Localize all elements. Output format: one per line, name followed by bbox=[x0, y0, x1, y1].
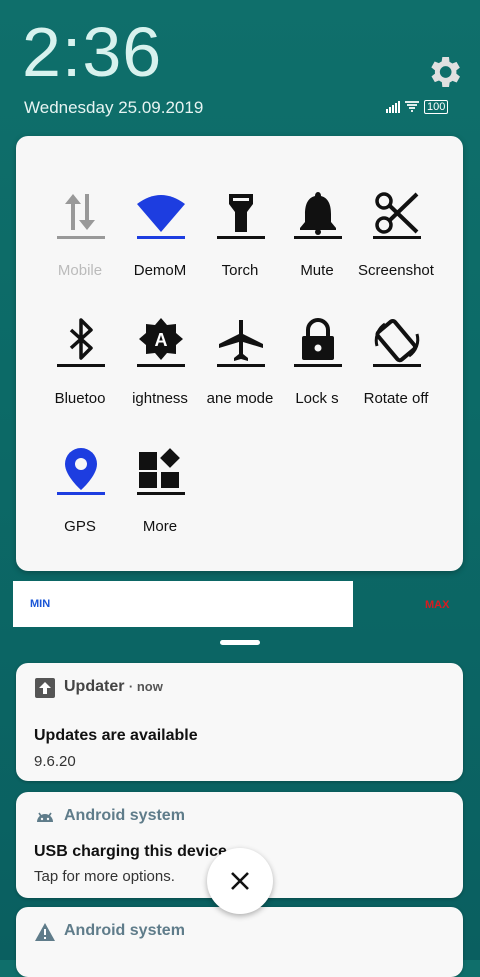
brightness-max-label: MAX bbox=[425, 599, 450, 611]
tile-wifi[interactable]: DemoM bbox=[117, 190, 203, 290]
tile-label: Mobile bbox=[57, 262, 103, 279]
wifi-status-icon bbox=[405, 101, 419, 112]
brightness-min-label: MIN bbox=[30, 598, 51, 610]
tile-label: Rotate off bbox=[363, 390, 429, 407]
rotate-icon bbox=[373, 319, 421, 367]
date-label: Wednesday 25.09.2019 bbox=[24, 98, 204, 117]
notification-title: Updates are available bbox=[34, 727, 198, 744]
clock: 2:36 bbox=[22, 13, 163, 91]
status-bar: 2:36 Wednesday 25.09.2019 100 bbox=[0, 0, 480, 130]
tile-label: ane mode bbox=[206, 390, 274, 407]
svg-text:A: A bbox=[155, 330, 168, 350]
tile-label: ightness bbox=[132, 390, 188, 407]
battery-icon: 100 bbox=[424, 100, 449, 114]
notification-android-system-warning[interactable]: Android system bbox=[16, 907, 463, 977]
gear-icon[interactable] bbox=[424, 52, 464, 92]
auto-brightness-icon: A bbox=[137, 318, 185, 367]
drag-handle[interactable] bbox=[220, 640, 260, 645]
tile-gps[interactable]: GPS bbox=[37, 446, 123, 546]
android-icon bbox=[37, 812, 53, 822]
tile-label: DemoM bbox=[133, 262, 187, 279]
scissors-icon bbox=[373, 192, 421, 239]
airplane-icon bbox=[217, 320, 265, 367]
system-icons: 100 bbox=[386, 97, 449, 117]
arrow-up-icon bbox=[35, 678, 55, 698]
tile-bluetooth[interactable]: Bluetoo bbox=[37, 318, 123, 418]
notification-time: now bbox=[136, 679, 163, 694]
notification-app-name: Android system bbox=[64, 807, 185, 824]
tile-label: More bbox=[142, 518, 178, 535]
tile-mobile-data[interactable]: Mobile bbox=[37, 190, 123, 290]
notification-body: Tap for more options. bbox=[34, 868, 175, 885]
brightness-slider[interactable] bbox=[13, 581, 353, 627]
lock-icon bbox=[294, 318, 342, 367]
notification-body: 9.6.20 bbox=[34, 753, 76, 770]
clear-all-button[interactable] bbox=[207, 848, 273, 914]
tile-label: Lock s bbox=[295, 390, 339, 407]
notification-title: USB charging this device bbox=[34, 843, 227, 860]
tile-label: GPS bbox=[64, 518, 96, 535]
mobile-data-icon bbox=[57, 194, 105, 239]
more-grid-icon bbox=[137, 448, 185, 495]
tile-label: Torch bbox=[221, 262, 259, 279]
tile-auto-brightness[interactable]: A ightness bbox=[117, 318, 203, 418]
wifi-icon bbox=[137, 195, 185, 239]
tile-mute[interactable]: Mute bbox=[274, 190, 360, 290]
warning-icon bbox=[35, 923, 55, 941]
quick-settings-panel: Mobile DemoM Torch Mute Screenshot Bluet… bbox=[16, 136, 463, 571]
notification-app-name: Android system bbox=[64, 922, 185, 939]
notification-app-name: Updater bbox=[64, 678, 125, 695]
close-icon bbox=[231, 872, 249, 890]
signal-icon bbox=[386, 101, 400, 113]
tile-torch[interactable]: Torch bbox=[197, 190, 283, 290]
tile-label: Bluetoo bbox=[54, 390, 106, 407]
tile-label: Mute bbox=[300, 262, 334, 279]
location-pin-icon bbox=[57, 448, 105, 495]
bell-icon bbox=[294, 192, 342, 239]
tile-airplane-mode[interactable]: ane mode bbox=[197, 318, 283, 418]
tile-label: Screenshot bbox=[358, 262, 434, 279]
tile-screenshot[interactable]: Screenshot bbox=[353, 190, 439, 290]
bluetooth-icon bbox=[57, 318, 105, 367]
torch-icon bbox=[217, 194, 265, 239]
notification-updater[interactable]: Updater · now Updates are available 9.6.… bbox=[16, 663, 463, 781]
tile-rotate[interactable]: Rotate off bbox=[353, 318, 439, 418]
tile-lock-screen[interactable]: Lock s bbox=[274, 318, 360, 418]
tile-more[interactable]: More bbox=[117, 446, 203, 546]
